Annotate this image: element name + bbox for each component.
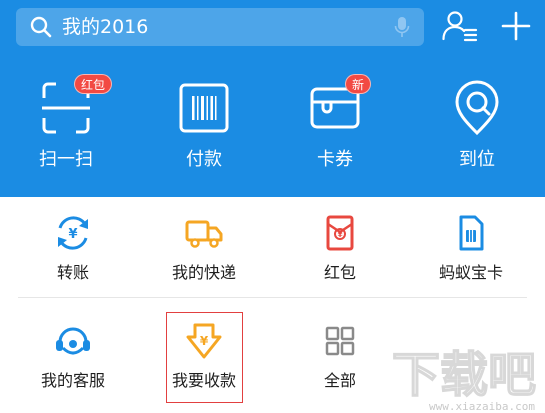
delivery-truck-icon <box>185 220 223 248</box>
grid-item-label: 蚂蚁宝卡 <box>438 263 503 282</box>
plus-icon[interactable] <box>498 10 534 42</box>
top-action-label: 到位 <box>459 149 495 170</box>
grid-item-label: 全部 <box>323 371 356 390</box>
grid-item-customer-service[interactable]: 我的客服 <box>8 322 138 412</box>
red-envelope-icon: ¥ <box>326 215 354 251</box>
top-action-label: 扫一扫 <box>39 149 93 170</box>
transfer-icon: ¥ <box>58 216 88 250</box>
grid-item-sim-card[interactable]: 蚂蚁宝卡 <box>406 214 536 304</box>
grid-item-delivery[interactable]: 我的快递 <box>139 214 269 304</box>
grid-item-label: 我的客服 <box>40 371 105 390</box>
highlight-frame <box>166 312 243 403</box>
coupon-badge: 新 <box>345 74 372 94</box>
search-text: 我的2016 <box>62 16 149 38</box>
svg-text:¥: ¥ <box>338 231 343 239</box>
grid-item-label: 红包 <box>323 263 356 282</box>
grid-item-transfer[interactable]: ¥ 转账 <box>8 214 138 304</box>
search-icon <box>30 16 52 38</box>
top-action-arrive[interactable]: 到位 <box>417 80 537 180</box>
top-action-label: 付款 <box>186 149 222 170</box>
scan-badge: 红包 <box>74 74 113 94</box>
grid-item-label: 转账 <box>56 263 89 282</box>
top-action-coupon[interactable]: 新 卡券 <box>275 74 395 180</box>
search-bar[interactable]: 我的2016 <box>16 8 424 46</box>
grid-all-icon <box>325 326 355 356</box>
row-divider <box>18 297 527 298</box>
top-action-pay[interactable]: 付款 <box>144 80 264 180</box>
grid-item-red-envelope[interactable]: ¥ 红包 <box>275 214 405 304</box>
svg-text:¥: ¥ <box>68 227 77 242</box>
customer-service-icon <box>56 327 90 355</box>
top-action-label: 卡券 <box>317 149 353 170</box>
microphone-icon[interactable] <box>394 16 410 38</box>
watermark-text: 下载吧 <box>392 347 536 403</box>
sim-card-icon <box>459 215 484 251</box>
grid-item-label: 我的快递 <box>171 263 236 282</box>
contacts-icon[interactable] <box>442 10 478 42</box>
top-action-scan[interactable]: 红包 扫一扫 <box>6 74 126 180</box>
top-banner: 我的2016 红包 扫一扫 付款 新 卡券 到位 <box>0 0 545 197</box>
watermark-url: www.xiazaiba.com <box>429 400 535 413</box>
watermark-logo: 下载吧 <box>391 346 537 404</box>
grid-item-all[interactable]: 全部 <box>275 322 405 412</box>
location-pin-icon <box>455 80 499 136</box>
barcode-icon <box>179 83 229 133</box>
